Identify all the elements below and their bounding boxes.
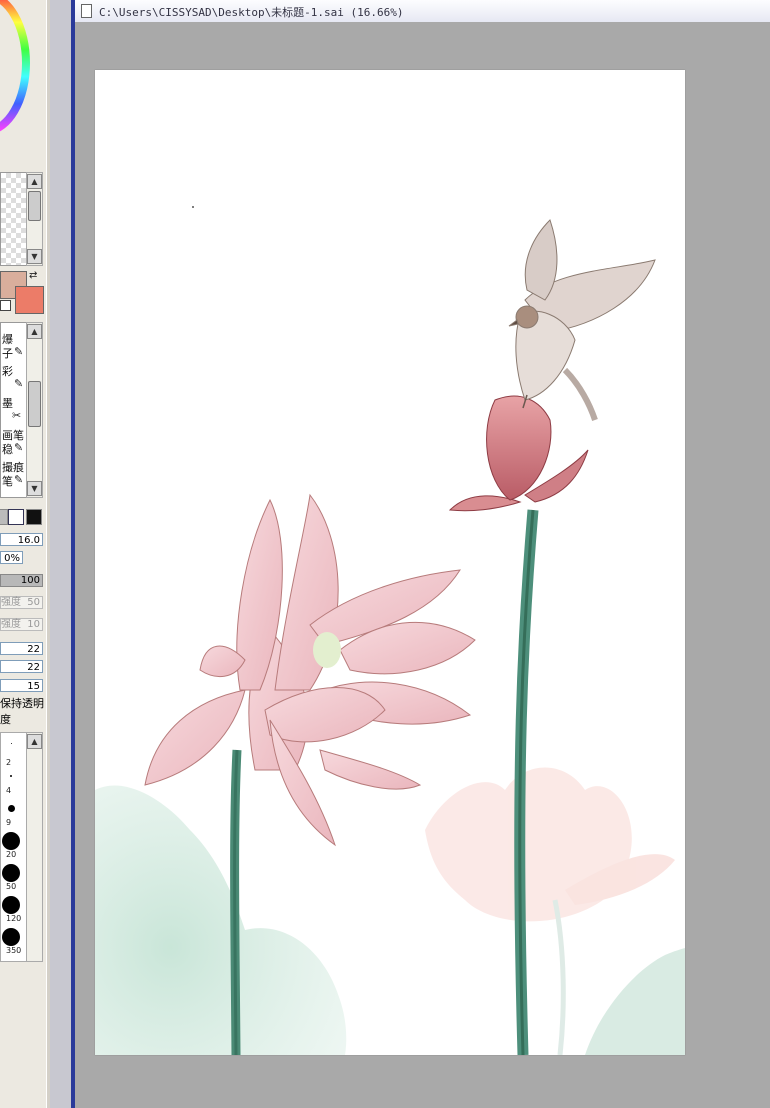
setting-label: 强度: [1, 597, 21, 608]
tool-panel: ▲ ▼ ⇄ 爆 子 ✎ 彩 ✎ 墨 ✂ 画 笔 稳 ✎ 撮 痕 笔 ✎ ▲ ▼ …: [0, 0, 47, 1108]
marker-icon: ✎: [14, 473, 24, 486]
scroll-up-icon[interactable]: ▲: [27, 174, 42, 189]
min-size-field[interactable]: 0%: [0, 551, 23, 564]
setting-value: 10: [27, 619, 40, 630]
brush-size-item[interactable]: 50: [1, 861, 27, 893]
tool-item[interactable]: 子: [2, 345, 13, 361]
scroll-up-icon[interactable]: ▲: [27, 734, 42, 749]
brush-size-item[interactable]: 4: [1, 765, 27, 797]
scroll-down-icon[interactable]: ▼: [27, 481, 42, 496]
disabled-setting-row: 强度 50: [0, 596, 43, 609]
setting-label: 强度: [1, 619, 21, 630]
brush-list-scrollbar[interactable]: ▲: [26, 732, 43, 962]
tool-scrollbar[interactable]: ▲ ▼: [26, 322, 43, 498]
swap-colors-icon[interactable]: ⇄: [29, 270, 37, 281]
tool-item[interactable]: 笔: [2, 473, 13, 489]
brush-size-item[interactable]: 120: [1, 893, 27, 925]
sparrow-bird: [508, 219, 656, 421]
setting-value: 50: [27, 597, 40, 608]
eraser-icon: ✂: [12, 409, 22, 422]
brush-size-item[interactable]: 20: [1, 829, 27, 861]
lotus-bird-painting: [95, 206, 685, 1055]
brush-size-label: 50: [6, 882, 17, 891]
brush-size-list: 1 2 4 9 20 50 120 350: [0, 732, 28, 962]
shape-medium-button[interactable]: [8, 509, 24, 525]
brush-dot-icon: [10, 775, 12, 777]
window-frame: [50, 0, 71, 1108]
preserve-opacity-label[interactable]: 保持透明度: [0, 695, 46, 727]
shape-hard-button[interactable]: [26, 509, 42, 525]
param-a-field[interactable]: 22: [0, 642, 43, 655]
water-brush-icon: ✎: [14, 441, 24, 454]
drawing-canvas[interactable]: [95, 70, 685, 1055]
density-slider[interactable]: 100: [0, 574, 43, 587]
brush-dot-icon: [2, 896, 20, 914]
size-field[interactable]: 16.0: [0, 533, 43, 546]
window-title: C:\Users\CISSYSAD\Desktop\未标题-1.sai (16.…: [99, 6, 404, 19]
color-wheel[interactable]: [0, 0, 34, 138]
scroll-thumb[interactable]: [28, 381, 41, 427]
stray-dot: [192, 206, 194, 208]
scroll-down-icon[interactable]: ▼: [27, 249, 42, 264]
brush-size-label: 4: [6, 786, 12, 795]
tool-list: 爆 子 ✎ 彩 ✎ 墨 ✂ 画 笔 稳 ✎ 撮 痕 笔 ✎: [0, 322, 28, 498]
brush-size-item[interactable]: 9: [1, 797, 27, 829]
pen-icon: ✎: [14, 345, 24, 358]
brush-size-label: 350: [6, 946, 22, 955]
document-icon: [81, 4, 92, 18]
tool-item[interactable]: 稳: [2, 441, 13, 457]
lotus-bud: [448, 395, 589, 512]
swatch-scrollbar[interactable]: ▲ ▼: [26, 172, 43, 266]
lotus-leaf-left: [95, 785, 347, 1055]
brush-shape-row: [0, 507, 44, 525]
brush-size-label: 120: [6, 914, 22, 923]
disabled-setting-row: 强度 10: [0, 618, 43, 631]
brush-icon: ✎: [14, 377, 24, 390]
scroll-thumb[interactable]: [28, 191, 41, 221]
color-history-swatches[interactable]: [0, 172, 28, 266]
shape-soft-button[interactable]: [0, 509, 8, 525]
transparent-color-icon[interactable]: [0, 300, 11, 311]
open-lotus: [144, 493, 476, 847]
canvas-titlebar[interactable]: C:\Users\CISSYSAD\Desktop\未标题-1.sai (16.…: [75, 0, 770, 23]
brush-dot-icon: [8, 805, 15, 812]
brush-dot-icon: [2, 832, 20, 850]
param-b-field[interactable]: 22: [0, 660, 43, 673]
brush-dot-icon: [2, 864, 20, 882]
brush-size-item[interactable]: 2: [1, 733, 27, 767]
brush-size-label: 9: [6, 818, 12, 827]
brush-dot-icon: [2, 928, 20, 946]
secondary-color-swatch[interactable]: [15, 286, 44, 314]
brush-size-label: 20: [6, 850, 17, 859]
brush-size-item[interactable]: 350: [1, 925, 27, 957]
param-c-field[interactable]: 15: [0, 679, 43, 692]
tool-item[interactable]: 彩: [2, 363, 13, 379]
lotus-leaf-right: [585, 948, 685, 1055]
scroll-up-icon[interactable]: ▲: [27, 324, 42, 339]
